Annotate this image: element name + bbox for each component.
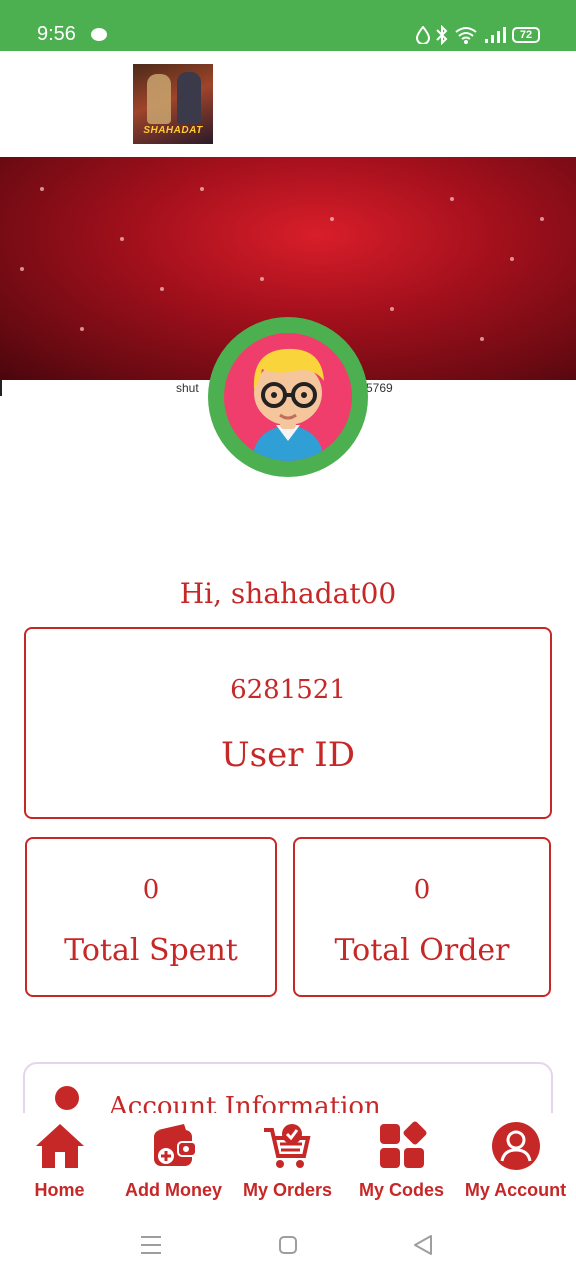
banner-caption-right: 5769: [366, 381, 393, 395]
back-icon[interactable]: [412, 1234, 434, 1256]
cart-icon: [263, 1124, 310, 1168]
greeting: Hi, shahadat00: [179, 577, 397, 610]
user-id-label: User ID: [221, 735, 355, 775]
total-order-value: 0: [413, 875, 431, 905]
home-icon: [35, 1124, 84, 1168]
avatar[interactable]: [208, 317, 368, 477]
wifi-icon: [455, 27, 477, 44]
total-spent-card: 0 Total Spent: [25, 837, 277, 997]
user-circle-icon: [491, 1122, 540, 1170]
bluetooth-icon: [436, 25, 448, 45]
user-id-value: 6281521: [230, 675, 346, 705]
grid-icon: [379, 1121, 426, 1168]
nav-my-codes[interactable]: My Codes: [344, 1113, 459, 1215]
system-navigation-bar: [0, 1215, 576, 1280]
status-bar: 9:56 72: [0, 0, 576, 51]
total-spent-label: Total Spent: [64, 933, 238, 968]
nav-my-orders[interactable]: My Orders: [230, 1113, 345, 1215]
battery-icon: 72: [512, 27, 540, 43]
nav-add-money[interactable]: Add Money: [116, 1113, 231, 1215]
total-spent-value: 0: [142, 875, 160, 905]
data-saver-icon: [416, 26, 430, 44]
banner-edge: [0, 380, 2, 396]
total-order-card: 0 Total Order: [293, 837, 551, 997]
wallet-icon: [153, 1124, 197, 1166]
menu-icon[interactable]: [140, 1235, 162, 1255]
total-order-label: Total Order: [334, 933, 510, 968]
nav-my-account[interactable]: My Account: [458, 1113, 573, 1215]
banner-caption-left: shut: [176, 381, 199, 395]
bottom-navigation: Home Add Money My Orders My Codes My Acc…: [0, 1113, 576, 1215]
nav-home[interactable]: Home: [2, 1113, 117, 1215]
avatar-image: [224, 333, 352, 461]
nav-my-account-label: My Account: [464, 1180, 567, 1200]
status-icons: 72: [416, 24, 540, 46]
signal-icon: [485, 27, 506, 43]
chat-notification-icon: [91, 28, 107, 41]
app-logo: SHAHADAT: [133, 64, 213, 144]
home-square-icon[interactable]: [278, 1235, 298, 1255]
status-time: 9:56: [37, 23, 76, 45]
user-id-card: 6281521 User ID: [24, 627, 552, 819]
logo-text: SHAHADAT: [143, 125, 203, 136]
